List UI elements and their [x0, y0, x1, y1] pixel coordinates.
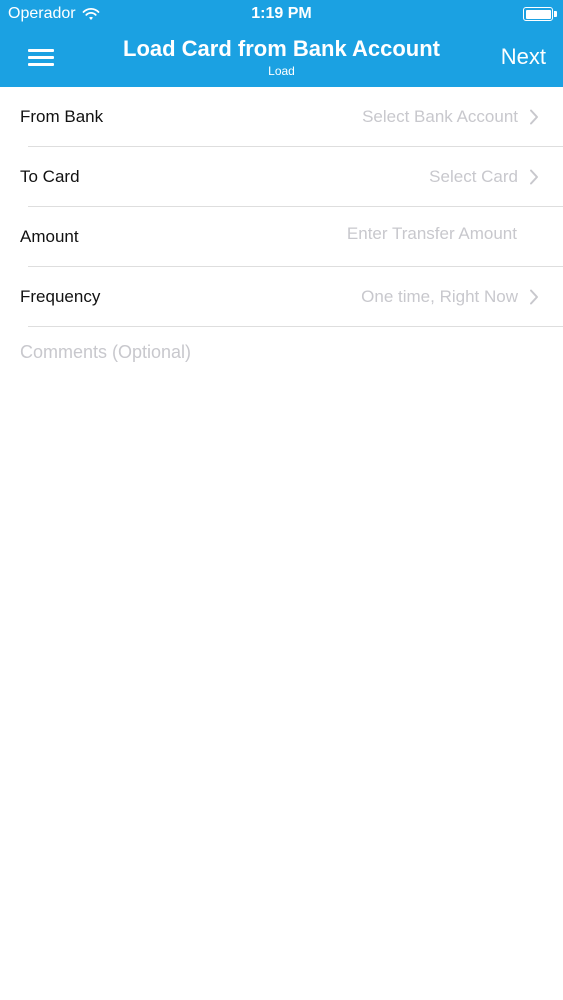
- amount-label: Amount: [20, 227, 79, 246]
- chevron-right-icon: [530, 109, 538, 125]
- row-divider: [28, 326, 563, 327]
- from-bank-row[interactable]: From Bank Select Bank Account: [0, 87, 563, 147]
- top-bar: Operador 1:19 PM Load Card from Bank Acc…: [0, 0, 563, 87]
- page-subtitle: Load: [268, 64, 295, 78]
- next-button[interactable]: Next: [501, 44, 546, 70]
- frequency-label: Frequency: [20, 287, 101, 306]
- chevron-right-icon: [530, 289, 538, 305]
- to-card-row[interactable]: To Card Select Card: [0, 147, 563, 207]
- battery-tip: [554, 11, 557, 17]
- to-card-label: To Card: [20, 167, 80, 186]
- from-bank-label: From Bank: [20, 107, 104, 126]
- page-title: Load Card from Bank Account: [123, 36, 440, 61]
- screen: Operador 1:19 PM Load Card from Bank Acc…: [0, 0, 563, 1000]
- status-bar: Operador 1:19 PM: [0, 0, 563, 30]
- amount-input[interactable]: [255, 223, 519, 245]
- amount-row: Amount: [0, 207, 563, 267]
- frequency-value: One time, Right Now: [361, 287, 518, 306]
- frequency-row[interactable]: Frequency One time, Right Now: [0, 267, 563, 327]
- chevron-right-icon: [530, 169, 538, 185]
- comments-input[interactable]: [20, 337, 540, 367]
- status-time: 1:19 PM: [251, 5, 312, 22]
- transfer-form: From Bank Select Bank Account To Card Se…: [0, 87, 563, 367]
- battery-level: [525, 9, 551, 19]
- battery-icon: [523, 7, 557, 21]
- from-bank-value: Select Bank Account: [362, 107, 518, 126]
- to-card-value: Select Card: [429, 167, 518, 186]
